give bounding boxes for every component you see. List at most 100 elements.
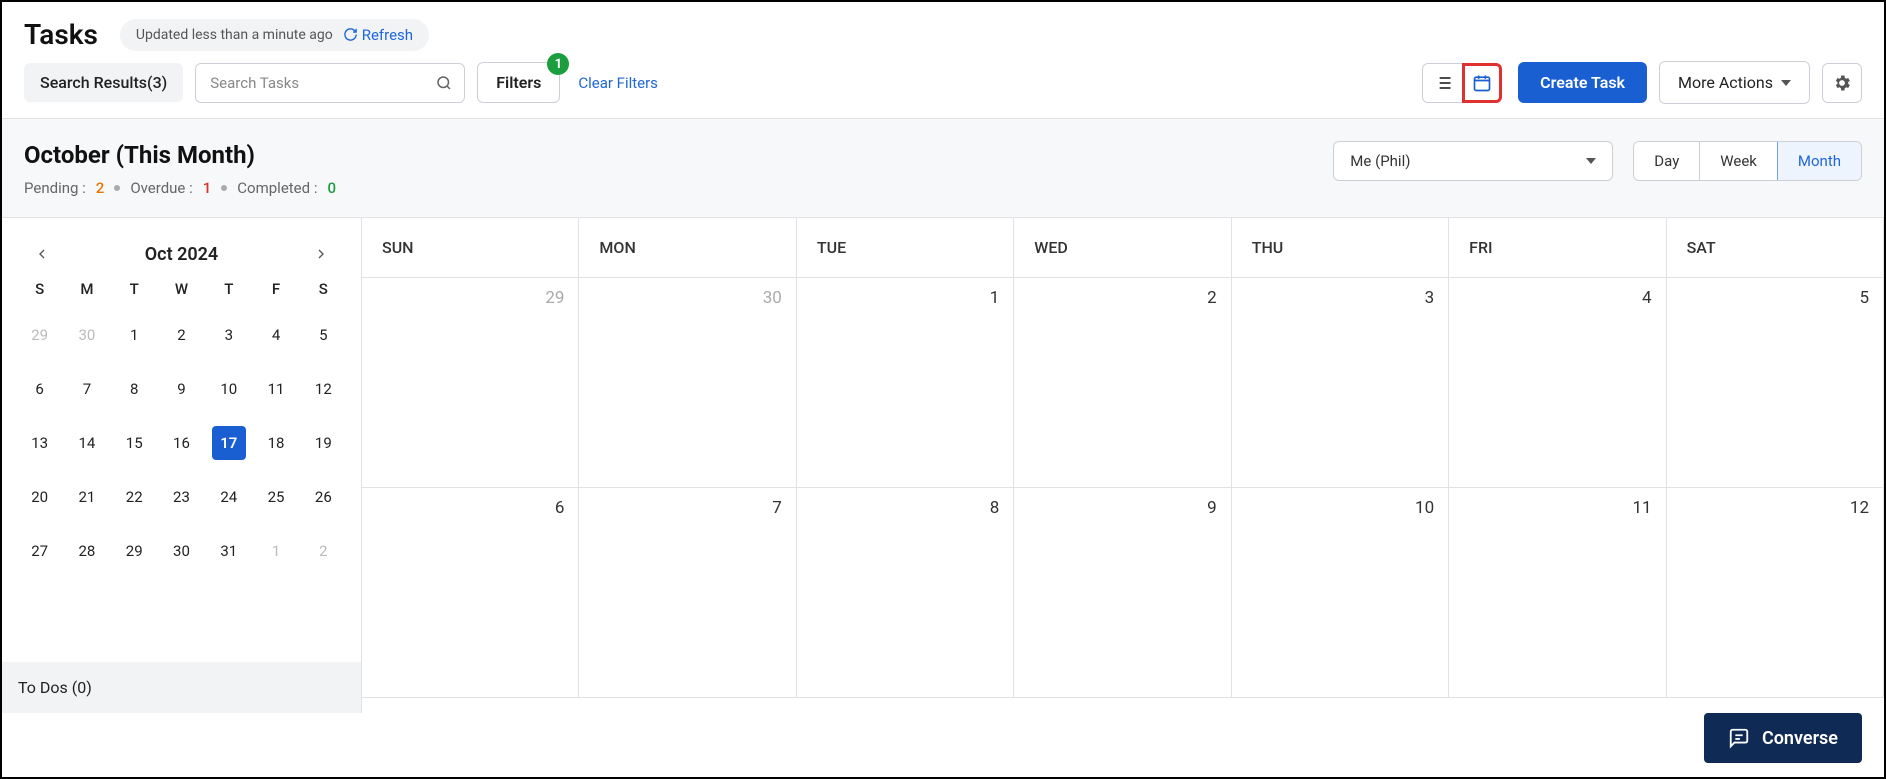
converse-button[interactable]: Converse xyxy=(1704,713,1862,763)
pending-count: 2 xyxy=(96,179,105,197)
filters-label: Filters xyxy=(496,73,541,92)
mini-cal-day[interactable]: 27 xyxy=(23,534,57,568)
mini-cal-day[interactable]: 26 xyxy=(306,480,340,514)
mini-cal-dow: W xyxy=(158,280,205,298)
mini-cal-day[interactable]: 5 xyxy=(306,318,340,352)
mini-cal-day[interactable]: 21 xyxy=(70,480,104,514)
stat-separator xyxy=(221,185,227,191)
mini-cal-day[interactable]: 22 xyxy=(117,480,151,514)
cal-day-cell[interactable]: 5 xyxy=(1667,278,1884,488)
page-title: Tasks xyxy=(24,18,98,51)
cal-day-cell[interactable]: 2 xyxy=(1014,278,1231,488)
range-toggle: Day Week Month xyxy=(1633,141,1862,181)
search-icon[interactable] xyxy=(435,74,453,92)
mini-cal-day[interactable]: 2 xyxy=(306,534,340,568)
calendar-view-button[interactable] xyxy=(1462,63,1502,103)
mini-cal-day[interactable]: 30 xyxy=(70,318,104,352)
mini-calendar: Oct 2024 SMTWTFS293012345678910111213141… xyxy=(2,218,362,713)
mini-cal-day[interactable]: 12 xyxy=(306,372,340,406)
calendar-scroll[interactable]: SUNMONTUEWEDTHUFRISAT 293012345678910111… xyxy=(362,218,1884,713)
more-actions-button[interactable]: More Actions xyxy=(1659,61,1810,104)
cal-day-cell[interactable]: 7 xyxy=(579,488,796,698)
mini-cal-day[interactable]: 19 xyxy=(306,426,340,460)
mini-cal-day[interactable]: 7 xyxy=(70,372,104,406)
mini-cal-day[interactable]: 8 xyxy=(117,372,151,406)
cal-day-cell[interactable]: 6 xyxy=(362,488,579,698)
list-view-button[interactable] xyxy=(1422,63,1462,103)
refresh-link[interactable]: Refresh xyxy=(343,26,413,44)
chevron-down-icon xyxy=(1586,158,1596,164)
mini-cal-dow: T xyxy=(111,280,158,298)
create-task-button[interactable]: Create Task xyxy=(1518,62,1647,103)
mini-cal-day[interactable]: 17 xyxy=(212,426,246,460)
prev-month-button[interactable] xyxy=(30,242,54,266)
cal-day-cell[interactable]: 30 xyxy=(579,278,796,488)
mini-cal-day[interactable]: 16 xyxy=(164,426,198,460)
mini-cal-day[interactable]: 13 xyxy=(23,426,57,460)
mini-cal-day[interactable]: 11 xyxy=(259,372,293,406)
mini-cal-dow: F xyxy=(252,280,299,298)
cal-day-cell[interactable]: 12 xyxy=(1667,488,1884,698)
mini-cal-day[interactable]: 4 xyxy=(259,318,293,352)
mini-cal-dow: S xyxy=(16,280,63,298)
mini-cal-day[interactable]: 20 xyxy=(23,480,57,514)
mini-cal-day[interactable]: 30 xyxy=(164,534,198,568)
mini-cal-day[interactable]: 31 xyxy=(212,534,246,568)
cal-dow: MON xyxy=(579,218,796,277)
cal-day-cell[interactable]: 9 xyxy=(1014,488,1231,698)
filters-button[interactable]: Filters 1 xyxy=(477,62,560,103)
cal-dow: THU xyxy=(1232,218,1449,277)
mini-cal-day[interactable]: 29 xyxy=(23,318,57,352)
cal-day-cell[interactable]: 10 xyxy=(1232,488,1449,698)
updated-status: Updated less than a minute ago Refresh xyxy=(120,19,429,51)
cal-day-cell[interactable]: 3 xyxy=(1232,278,1449,488)
mini-cal-day[interactable]: 2 xyxy=(164,318,198,352)
list-icon xyxy=(1433,73,1453,93)
stat-separator xyxy=(114,185,120,191)
status-stats: Pending : 2 Overdue : 1 Completed : 0 xyxy=(24,179,336,197)
cal-dow: WED xyxy=(1014,218,1231,277)
cal-day-cell[interactable]: 1 xyxy=(797,278,1014,488)
settings-button[interactable] xyxy=(1822,63,1862,103)
todos-section[interactable]: To Dos (0) xyxy=(2,662,361,713)
range-month-button[interactable]: Month xyxy=(1777,141,1862,181)
mini-cal-day[interactable]: 9 xyxy=(164,372,198,406)
filters-badge: 1 xyxy=(547,53,569,75)
mini-cal-day[interactable]: 15 xyxy=(117,426,151,460)
completed-label: Completed : xyxy=(237,179,317,197)
mini-cal-day[interactable]: 6 xyxy=(23,372,57,406)
completed-count: 0 xyxy=(327,179,336,197)
range-day-button[interactable]: Day xyxy=(1634,142,1700,180)
mini-cal-day[interactable]: 28 xyxy=(70,534,104,568)
search-input[interactable] xyxy=(195,63,465,103)
view-toggle xyxy=(1422,63,1502,103)
month-title: October (This Month) xyxy=(24,141,336,169)
mini-cal-day[interactable]: 24 xyxy=(212,480,246,514)
cal-day-cell[interactable]: 11 xyxy=(1449,488,1666,698)
more-actions-label: More Actions xyxy=(1678,73,1773,92)
mini-cal-day[interactable]: 25 xyxy=(259,480,293,514)
updated-text: Updated less than a minute ago xyxy=(136,27,333,43)
user-dropdown[interactable]: Me (Phil) xyxy=(1333,141,1613,181)
mini-cal-day[interactable]: 3 xyxy=(212,318,246,352)
overdue-label: Overdue : xyxy=(130,179,192,197)
cal-dow: FRI xyxy=(1449,218,1666,277)
mini-cal-day[interactable]: 23 xyxy=(164,480,198,514)
mini-cal-day[interactable]: 14 xyxy=(70,426,104,460)
cal-dow: TUE xyxy=(797,218,1014,277)
mini-cal-day[interactable]: 18 xyxy=(259,426,293,460)
mini-cal-dow: M xyxy=(63,280,110,298)
cal-day-cell[interactable]: 8 xyxy=(797,488,1014,698)
cal-day-cell[interactable]: 4 xyxy=(1449,278,1666,488)
mini-cal-day[interactable]: 1 xyxy=(117,318,151,352)
mini-cal-day[interactable]: 29 xyxy=(117,534,151,568)
cal-day-cell[interactable]: 29 xyxy=(362,278,579,488)
search-results-pill[interactable]: Search Results(3) xyxy=(24,63,183,102)
user-selected: Me (Phil) xyxy=(1350,152,1410,170)
next-month-button[interactable] xyxy=(309,242,333,266)
mini-cal-day[interactable]: 1 xyxy=(259,534,293,568)
clear-filters-link[interactable]: Clear Filters xyxy=(578,74,658,92)
mini-cal-day[interactable]: 10 xyxy=(212,372,246,406)
chat-icon xyxy=(1728,727,1750,749)
range-week-button[interactable]: Week xyxy=(1700,142,1778,180)
